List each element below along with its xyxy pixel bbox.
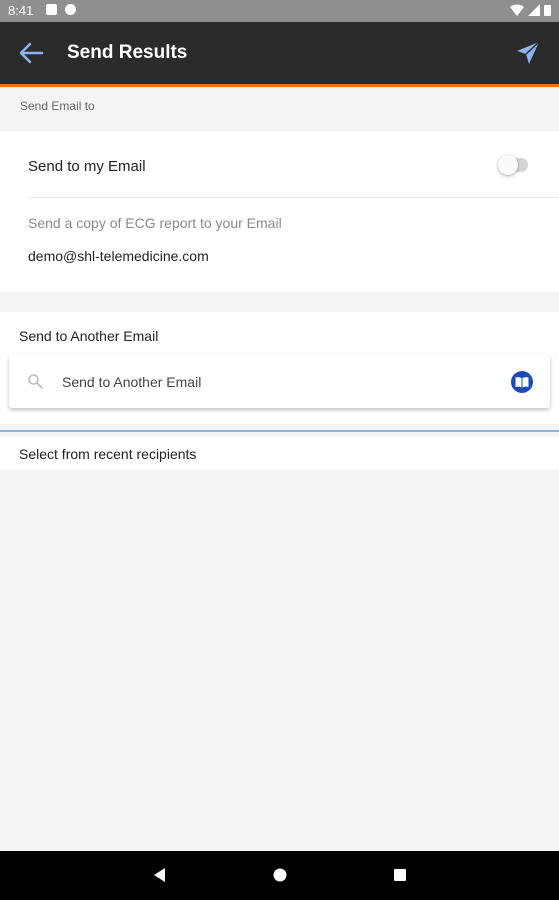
another-email-search[interactable] xyxy=(9,355,550,408)
send-to-my-email-label: Send to my Email xyxy=(28,158,146,175)
nav-back-icon[interactable] xyxy=(150,865,170,885)
send-icon[interactable] xyxy=(515,40,541,66)
divider-line xyxy=(0,430,559,432)
nav-recents-icon[interactable] xyxy=(390,865,410,885)
status-bar: 8:41 xyxy=(0,0,559,22)
my-email-address: demo@shl-telemedicine.com xyxy=(28,248,209,264)
my-email-card: Send to my Email Send a copy of ECG repo… xyxy=(0,131,559,292)
recent-recipients-label: Select from recent recipients xyxy=(19,446,197,462)
divider xyxy=(28,197,559,198)
address-book-icon[interactable] xyxy=(510,370,534,394)
system-nav-bar xyxy=(0,851,559,900)
arrow-back-icon[interactable] xyxy=(18,40,44,66)
app-notification-icon xyxy=(65,4,76,15)
send-to-another-email-label: Send to Another Email xyxy=(19,328,159,344)
search-icon xyxy=(28,374,43,389)
notification-icon xyxy=(46,4,57,15)
another-email-card: Send to Another Email xyxy=(0,312,559,424)
send-to-my-email-toggle[interactable] xyxy=(498,155,528,175)
status-indicators xyxy=(510,4,551,16)
another-email-input[interactable] xyxy=(60,370,484,394)
page-title: Send Results xyxy=(67,42,188,63)
toggle-knob xyxy=(498,155,518,175)
my-email-description: Send a copy of ECG report to your Email xyxy=(28,215,282,231)
battery-icon xyxy=(544,5,551,16)
status-time: 8:41 xyxy=(8,3,34,18)
wifi-icon xyxy=(510,4,524,16)
section-label: Send Email to xyxy=(20,99,95,113)
signal-icon xyxy=(528,4,540,16)
nav-home-icon[interactable] xyxy=(270,865,290,885)
app-bar: Send Results xyxy=(0,22,559,87)
recent-recipients-section: Select from recent recipients xyxy=(0,437,559,470)
